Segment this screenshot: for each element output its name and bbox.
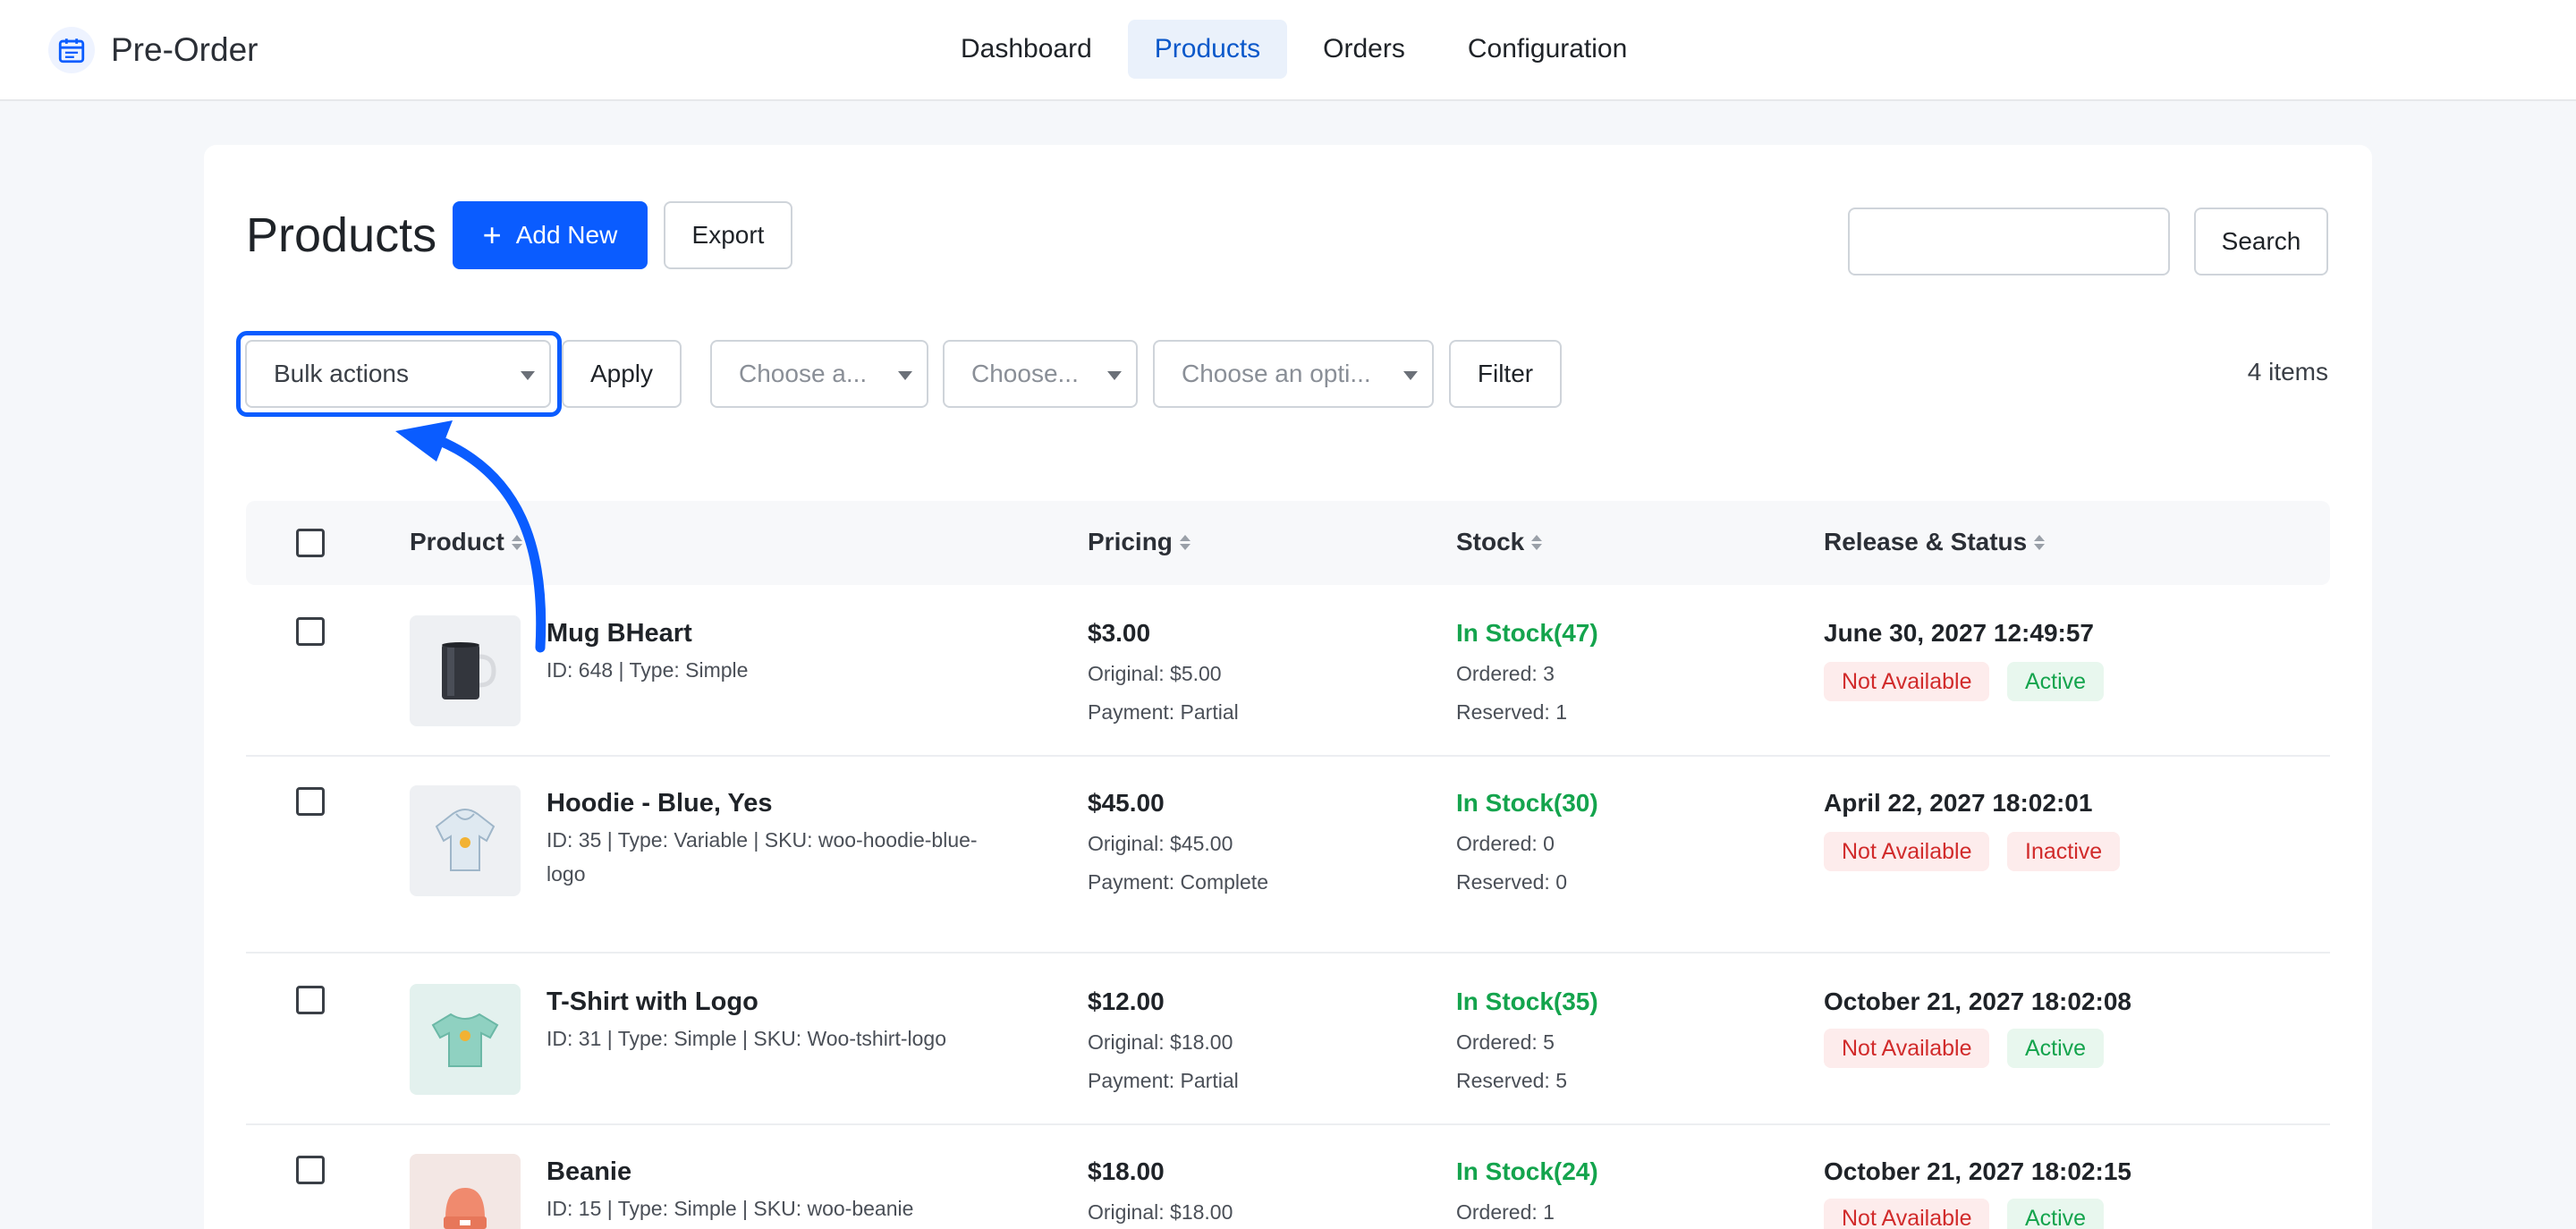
payment-type: Payment: Partial xyxy=(1088,1069,1239,1092)
ordered-count: Ordered: 1 xyxy=(1456,1200,1555,1224)
original-price: Original: $45.00 xyxy=(1088,832,1233,855)
product-price: $45.00 xyxy=(1088,789,1165,817)
caret-down-icon xyxy=(1107,371,1122,380)
status-badge: Active xyxy=(2007,1029,2105,1068)
table-header: Product Pricing Stock Release & Status xyxy=(246,501,2330,585)
original-price: Original: $5.00 xyxy=(1088,662,1222,685)
table-row: T-Shirt with Logo ID: 31 | Type: Simple … xyxy=(246,954,2330,1125)
original-price: Original: $18.00 xyxy=(1088,1200,1233,1224)
items-count: 4 items xyxy=(2247,358,2328,386)
plus-icon: + xyxy=(482,216,502,253)
product-name[interactable]: Mug BHeart xyxy=(547,619,692,648)
product-meta: ID: 35 | Type: Variable | SKU: woo-hoodi… xyxy=(547,828,978,886)
filter-select-2-value: Choose... xyxy=(971,360,1079,387)
nav-orders[interactable]: Orders xyxy=(1296,20,1432,79)
export-button[interactable]: Export xyxy=(664,201,792,269)
row-checkbox[interactable] xyxy=(296,986,325,1014)
bulk-actions-select[interactable]: Bulk actions xyxy=(245,340,551,408)
reserved-count: Reserved: 1 xyxy=(1456,700,1568,724)
search-input[interactable] xyxy=(1848,208,2170,275)
ordered-count: Ordered: 5 xyxy=(1456,1030,1555,1054)
table-row: Hoodie - Blue, Yes ID: 35 | Type: Variab… xyxy=(246,757,2330,954)
filter-select-3-value: Choose an opti... xyxy=(1182,360,1371,387)
caret-down-icon xyxy=(898,371,912,380)
search-button[interactable]: Search xyxy=(2194,208,2328,275)
nav-dashboard[interactable]: Dashboard xyxy=(934,20,1119,79)
stock-status: In Stock(47) xyxy=(1456,619,1598,647)
status-badge: Inactive xyxy=(2007,832,2121,871)
row-checkbox[interactable] xyxy=(296,617,325,646)
reserved-count: Reserved: 5 xyxy=(1456,1069,1568,1092)
status-badge: Active xyxy=(2007,1199,2105,1229)
col-stock[interactable]: Stock xyxy=(1456,528,1543,556)
product-thumbnail-hoodie[interactable] xyxy=(410,785,521,896)
sort-icon xyxy=(2034,534,2046,550)
product-price: $18.00 xyxy=(1088,1157,1165,1185)
nav-products[interactable]: Products xyxy=(1127,20,1288,79)
filter-select-3[interactable]: Choose an opti... xyxy=(1153,340,1434,408)
main-nav: Dashboard Products Orders Configuration xyxy=(934,20,1663,79)
product-name[interactable]: Hoodie - Blue, Yes xyxy=(547,789,772,818)
filter-select-2[interactable]: Choose... xyxy=(943,340,1138,408)
sort-icon xyxy=(511,534,522,550)
product-thumbnail-mug[interactable] xyxy=(410,615,521,726)
select-all-checkbox[interactable] xyxy=(296,529,325,557)
product-name[interactable]: Beanie xyxy=(547,1157,631,1187)
availability-badge: Not Available xyxy=(1824,662,1990,701)
bulk-actions-value: Bulk actions xyxy=(274,360,409,387)
table-row: Beanie ID: 15 | Type: Simple | SKU: woo-… xyxy=(246,1125,2330,1229)
app-name: Pre-Order xyxy=(111,31,258,68)
status-badge: Active xyxy=(2007,662,2105,701)
filter-select-1-value: Choose a... xyxy=(739,360,868,387)
col-pricing-label: Pricing xyxy=(1088,528,1173,555)
col-stock-label: Stock xyxy=(1456,528,1525,555)
stock-status: In Stock(30) xyxy=(1456,789,1598,817)
product-meta: ID: 31 | Type: Simple | SKU: Woo-tshirt-… xyxy=(547,1027,946,1050)
col-pricing[interactable]: Pricing xyxy=(1088,528,1191,556)
availability-badge: Not Available xyxy=(1824,1029,1990,1068)
brand[interactable]: Pre-Order xyxy=(48,27,258,73)
caret-down-icon xyxy=(1403,371,1418,380)
calendar-icon xyxy=(48,27,95,73)
col-release-status[interactable]: Release & Status xyxy=(1824,528,2046,556)
stock-status: In Stock(35) xyxy=(1456,987,1598,1015)
add-new-label: Add New xyxy=(515,221,618,249)
release-date: October 21, 2027 18:02:15 xyxy=(1824,1157,2131,1185)
release-date: October 21, 2027 18:02:08 xyxy=(1824,987,2131,1015)
caret-down-icon xyxy=(521,371,535,380)
ordered-count: Ordered: 3 xyxy=(1456,662,1555,685)
filter-select-1[interactable]: Choose a... xyxy=(710,340,928,408)
col-product-label: Product xyxy=(410,528,504,555)
row-checkbox[interactable] xyxy=(296,1156,325,1184)
apply-button[interactable]: Apply xyxy=(562,340,682,408)
top-navigation-bar: Pre-Order Dashboard Products Orders Conf… xyxy=(0,0,2576,101)
payment-type: Payment: Partial xyxy=(1088,700,1239,724)
availability-badge: Not Available xyxy=(1824,832,1990,871)
payment-type: Payment: Complete xyxy=(1088,870,1268,894)
sort-icon xyxy=(1531,534,1543,550)
add-new-button[interactable]: + Add New xyxy=(453,201,648,269)
ordered-count: Ordered: 0 xyxy=(1456,832,1555,855)
sort-icon xyxy=(1179,534,1191,550)
availability-badge: Not Available xyxy=(1824,1199,1990,1229)
nav-configuration[interactable]: Configuration xyxy=(1441,20,1654,79)
product-price: $3.00 xyxy=(1088,619,1151,647)
original-price: Original: $18.00 xyxy=(1088,1030,1233,1054)
product-meta: ID: 15 | Type: Simple | SKU: woo-beanie xyxy=(547,1197,914,1220)
stock-status: In Stock(24) xyxy=(1456,1157,1598,1185)
page-title: Products xyxy=(246,208,437,262)
table-row: Mug BHeart ID: 648 | Type: Simple $3.00 … xyxy=(246,596,2330,757)
release-date: April 22, 2027 18:02:01 xyxy=(1824,789,2093,817)
col-release-status-label: Release & Status xyxy=(1824,528,2028,555)
product-meta: ID: 648 | Type: Simple xyxy=(547,658,749,682)
product-price: $12.00 xyxy=(1088,987,1165,1015)
product-thumbnail-beanie[interactable] xyxy=(410,1154,521,1229)
row-checkbox[interactable] xyxy=(296,787,325,816)
product-thumbnail-tshirt[interactable] xyxy=(410,984,521,1095)
reserved-count: Reserved: 0 xyxy=(1456,870,1568,894)
filter-button[interactable]: Filter xyxy=(1449,340,1562,408)
product-name[interactable]: T-Shirt with Logo xyxy=(547,987,758,1017)
col-product[interactable]: Product xyxy=(410,528,522,556)
release-date: June 30, 2027 12:49:57 xyxy=(1824,619,2094,647)
